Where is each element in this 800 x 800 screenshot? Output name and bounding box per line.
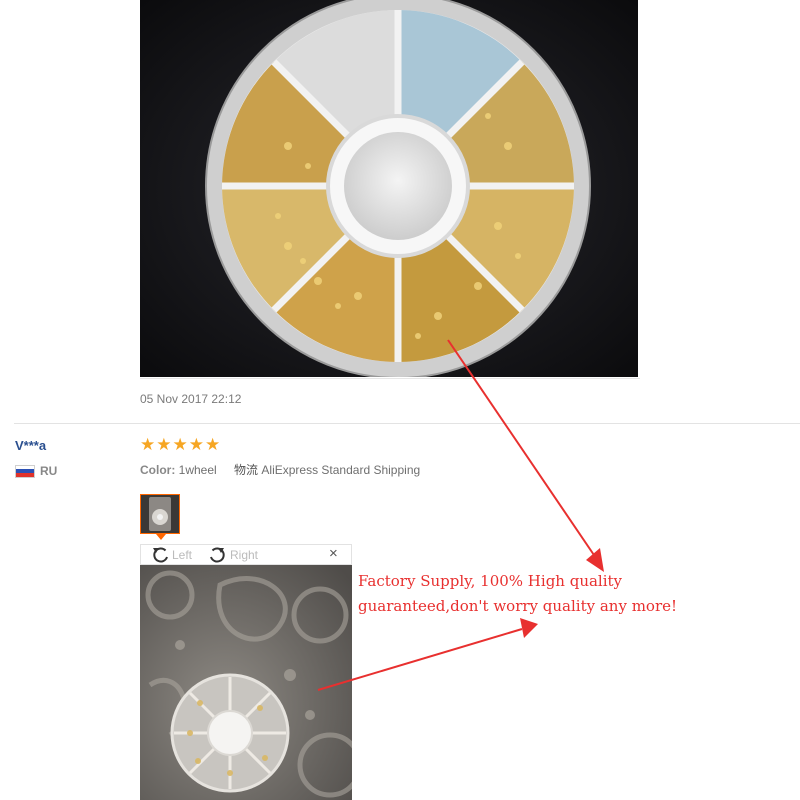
- color-value: 1wheel: [178, 463, 217, 477]
- thumbnail-image: [141, 495, 179, 533]
- order-attributes: Color: 1wheel 物流 AliExpress Standard Shi…: [140, 461, 420, 478]
- review-divider: [14, 423, 800, 424]
- review-photo-large[interactable]: [140, 0, 638, 377]
- rotate-left-label: Left: [172, 548, 193, 562]
- country-code: RU: [40, 464, 58, 478]
- review-date: 05 Nov 2017 22:12: [140, 392, 242, 406]
- annotation-line-2: guaranteed,don't worry quality any more!: [358, 597, 678, 615]
- shipping-value: AliExpress Standard Shipping: [261, 463, 421, 477]
- flag-band-red: [16, 472, 34, 477]
- star-icon: ★: [172, 435, 188, 454]
- rotate-left-icon: [153, 547, 168, 563]
- shipping-label: 物流: [234, 463, 259, 477]
- thumbnail-selected-pointer: [156, 534, 166, 540]
- star-icon: ★: [188, 435, 204, 454]
- rotate-right-icon: [210, 547, 225, 563]
- enlarged-photo-image: [140, 565, 352, 800]
- promo-annotation: Factory Supply, 100% High quality guaran…: [358, 569, 677, 619]
- close-viewer-button[interactable]: ×: [329, 545, 338, 563]
- photo-border: [140, 378, 640, 379]
- star-icon: ★: [205, 435, 221, 454]
- review-photo-enlarged[interactable]: [140, 565, 352, 800]
- star-icon: ★: [156, 435, 172, 454]
- star-icon: ★: [140, 435, 156, 454]
- annotation-line-1: Factory Supply, 100% High quality: [358, 572, 623, 590]
- review-image-thumbnail[interactable]: [140, 494, 180, 534]
- rotate-right-button[interactable]: Right: [207, 546, 258, 564]
- reviewer-name[interactable]: V***a: [15, 438, 46, 453]
- rating-stars: ★ ★ ★ ★ ★: [140, 436, 220, 454]
- image-viewer-toolbar: Left Right: [140, 544, 352, 565]
- color-label: Color:: [140, 463, 176, 477]
- rotate-left-button[interactable]: Left: [151, 546, 192, 564]
- reviewer-country: RU: [15, 464, 57, 478]
- nail-wheel-photo: [140, 0, 638, 377]
- rotate-right-label: Right: [230, 548, 259, 562]
- russia-flag-icon: [15, 464, 35, 478]
